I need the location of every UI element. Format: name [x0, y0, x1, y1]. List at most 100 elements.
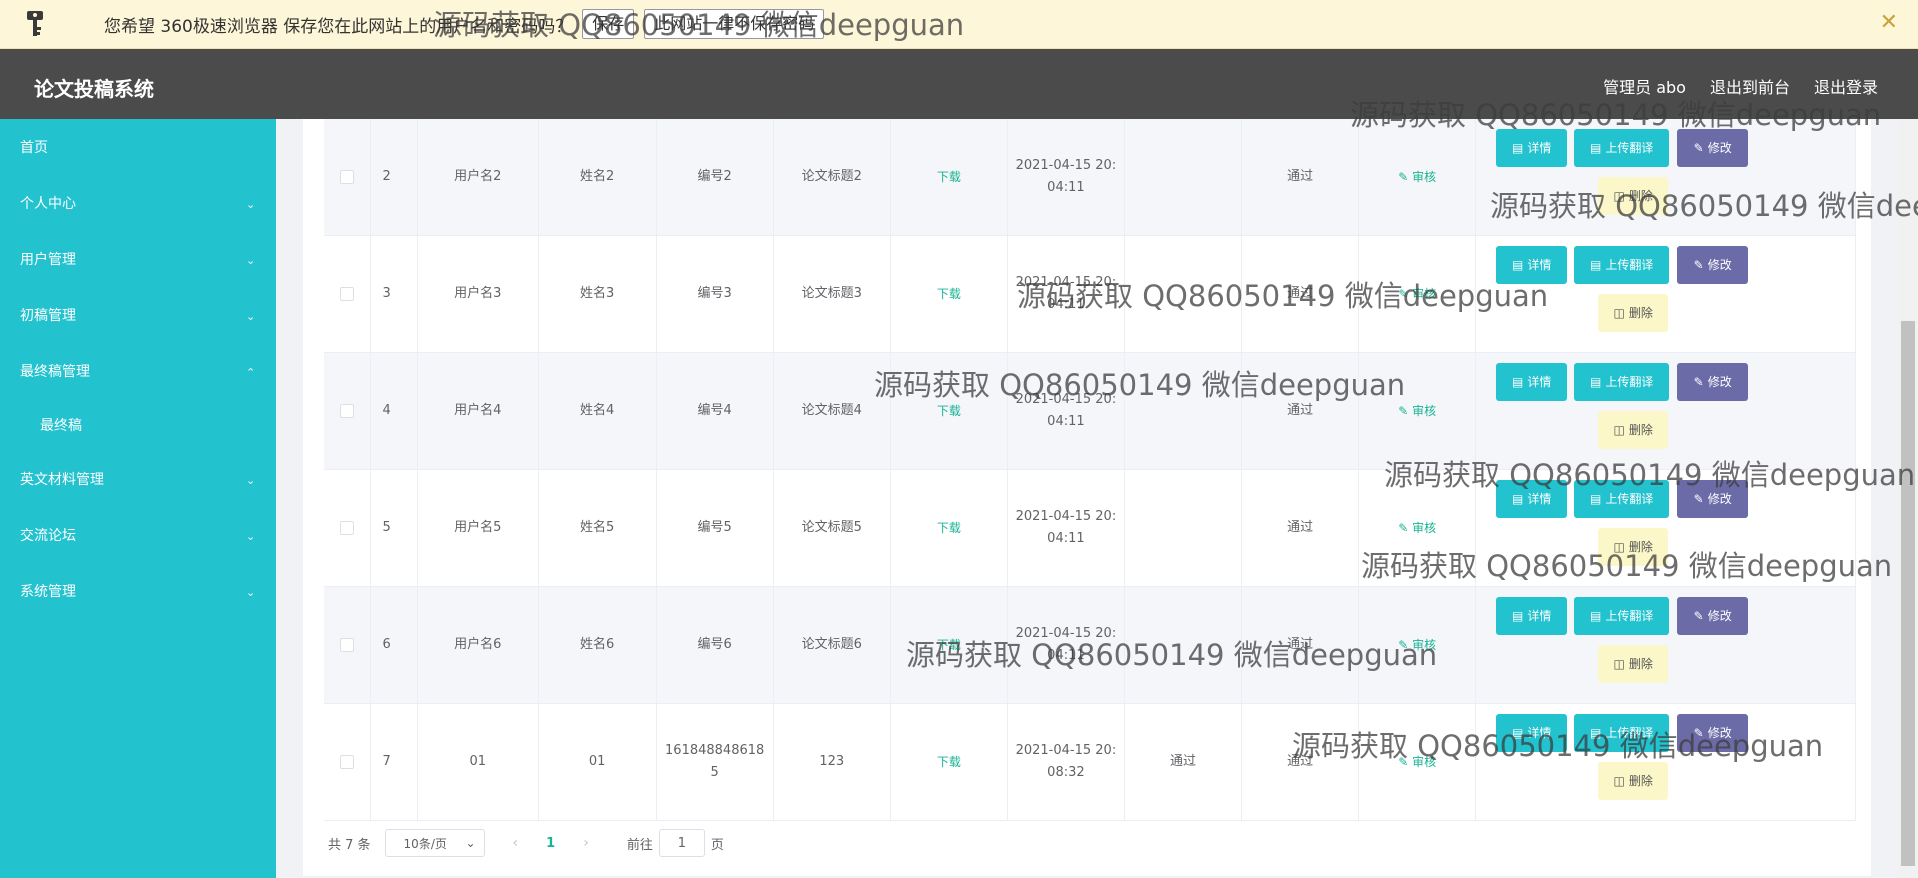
sidebar-item-draft-management[interactable]: 初稿管理 ⌄	[0, 287, 276, 343]
table-cell: 编号5	[657, 470, 774, 586]
page-size-select[interactable]: 10条/页 ⌄	[384, 829, 485, 857]
sidebar-item-label: 系统管理	[20, 584, 76, 600]
audit-link[interactable]: ✎ 审核	[1398, 166, 1436, 188]
detail-button[interactable]: ▤ 详情	[1496, 363, 1568, 401]
detail-button[interactable]: ▤ 详情	[1496, 597, 1568, 635]
page-scrollbar[interactable]	[1898, 119, 1918, 878]
edit-button[interactable]: ✎ 修改	[1677, 246, 1749, 284]
scrollbar-thumb[interactable]	[1901, 321, 1915, 866]
button-label: 修改	[1707, 258, 1732, 272]
sidebar-item-forum[interactable]: 交流论坛 ⌄	[0, 507, 276, 563]
row-number: 5	[382, 520, 391, 535]
sidebar-item-english-material[interactable]: 英文材料管理 ⌄	[0, 451, 276, 507]
table-cell: 3	[371, 236, 418, 352]
button-label: 修改	[1707, 375, 1732, 389]
upload-translation-button[interactable]: ▤ 上传翻译	[1574, 246, 1670, 284]
document-icon: ▤	[1590, 258, 1602, 272]
cell-name: 姓名4	[580, 403, 615, 418]
watermark: 源码获取 QQ86050149 微信deepguan	[1350, 98, 1882, 132]
delete-button[interactable]: ◫ 删除	[1598, 762, 1669, 800]
cell-username: 01	[469, 754, 487, 769]
button-label: 删除	[1628, 774, 1653, 788]
delete-button[interactable]: ◫ 删除	[1598, 411, 1669, 449]
edit-button[interactable]: ✎ 修改	[1677, 129, 1749, 167]
upload-translation-button[interactable]: ▤ 上传翻译	[1574, 597, 1670, 635]
cell-title: 论文标题5	[801, 520, 862, 535]
sidebar-item-final-management[interactable]: 最终稿管理 ⌃	[0, 343, 276, 399]
sidebar-item-label: 交流论坛	[20, 528, 76, 544]
edit-button[interactable]: ✎ 修改	[1677, 363, 1749, 401]
table-cell	[324, 587, 371, 703]
cell-title: 论文标题2	[801, 169, 862, 184]
cell-username: 用户名6	[454, 637, 502, 652]
button-label: 详情	[1527, 141, 1552, 155]
edit-button[interactable]: ✎ 修改	[1677, 597, 1749, 635]
sidebar-item-label: 首页	[20, 140, 48, 156]
row-checkbox[interactable]	[339, 638, 354, 652]
table-cell: 下载	[891, 236, 1008, 352]
watermark: 源码获取 QQ86050149 微信deepguan	[874, 368, 1406, 402]
row-checkbox[interactable]	[339, 170, 354, 184]
cell-username: 用户名4	[454, 403, 502, 418]
cell-status-b: 通过	[1287, 520, 1314, 535]
table-cell	[324, 470, 371, 586]
table-cell: 用户名3	[418, 236, 539, 352]
current-page[interactable]: 1	[546, 836, 555, 851]
watermark: 源码获取 QQ86050149 微信deepguan	[1490, 189, 1918, 223]
sidebar-item-user-management[interactable]: 用户管理 ⌄	[0, 231, 276, 287]
table-cell: 下载	[891, 470, 1008, 586]
table-cell: 2021-04-15 20:04:11	[1008, 470, 1125, 586]
detail-button[interactable]: ▤ 详情	[1496, 129, 1568, 167]
cell-time: 2021-04-15 20:04:11	[1015, 158, 1117, 195]
cell-username: 用户名3	[454, 286, 502, 301]
row-checkbox[interactable]	[339, 521, 354, 535]
table-cell: 论文标题2	[774, 119, 891, 235]
sidebar-item-personal-center[interactable]: 个人中心 ⌄	[0, 175, 276, 231]
table-cell	[1125, 470, 1243, 586]
upload-translation-button[interactable]: ▤ 上传翻译	[1574, 363, 1670, 401]
table-cell: 4	[371, 353, 418, 469]
key-icon	[0, 0, 70, 49]
table-cell: 论文标题5	[774, 470, 891, 586]
download-link[interactable]: 下载	[937, 166, 961, 188]
download-link[interactable]: 下载	[937, 283, 961, 305]
chevron-down-icon: ⌄	[246, 198, 256, 211]
download-link[interactable]: 下载	[937, 517, 961, 539]
next-page-button[interactable]: ›	[583, 835, 589, 851]
audit-label: 审核	[1412, 521, 1437, 535]
table-cell: 下载	[891, 119, 1008, 235]
cell-code: 编号5	[697, 520, 732, 535]
upload-translation-button[interactable]: ▤ 上传翻译	[1574, 129, 1670, 167]
download-link[interactable]: 下载	[937, 751, 961, 773]
close-icon[interactable]: ✕	[1880, 10, 1898, 35]
cell-title: 123	[819, 754, 845, 769]
trash-icon: ◫	[1613, 423, 1625, 437]
sidebar-item-system[interactable]: 系统管理 ⌄	[0, 563, 276, 619]
delete-button[interactable]: ◫ 删除	[1598, 294, 1669, 332]
row-checkbox[interactable]	[339, 755, 354, 769]
row-checkbox[interactable]	[339, 404, 354, 418]
watermark: 源码获取 QQ86050149 微信deepguan	[433, 8, 965, 42]
goto-page-input[interactable]: 1	[658, 829, 705, 857]
table-cell: 编号4	[657, 353, 774, 469]
document-icon: ▤	[1590, 141, 1602, 155]
table-cell: 用户名6	[418, 587, 539, 703]
table-cell: 论文标题6	[774, 587, 891, 703]
prev-page-button[interactable]: ‹	[513, 835, 519, 851]
sidebar-subitem-final[interactable]: 最终稿	[0, 399, 276, 451]
table-cell: 论文标题3	[774, 236, 891, 352]
cell-name: 01	[588, 754, 606, 769]
page-unit-label: 页	[710, 837, 724, 853]
table-cell: 2	[371, 119, 418, 235]
table-cell: 编号2	[657, 119, 774, 235]
delete-button[interactable]: ◫ 删除	[1598, 645, 1669, 683]
row-number: 6	[382, 637, 391, 652]
row-checkbox[interactable]	[339, 287, 354, 301]
cell-code: 编号3	[697, 286, 732, 301]
watermark: 源码获取 QQ86050149 微信deepguan	[1017, 279, 1549, 313]
total-count: 共 7 条	[328, 837, 371, 853]
audit-link[interactable]: ✎ 审核	[1398, 517, 1436, 539]
document-icon: ▤	[1512, 609, 1524, 623]
sidebar-item-home[interactable]: 首页	[0, 119, 276, 175]
table-cell: 姓名6	[539, 587, 657, 703]
